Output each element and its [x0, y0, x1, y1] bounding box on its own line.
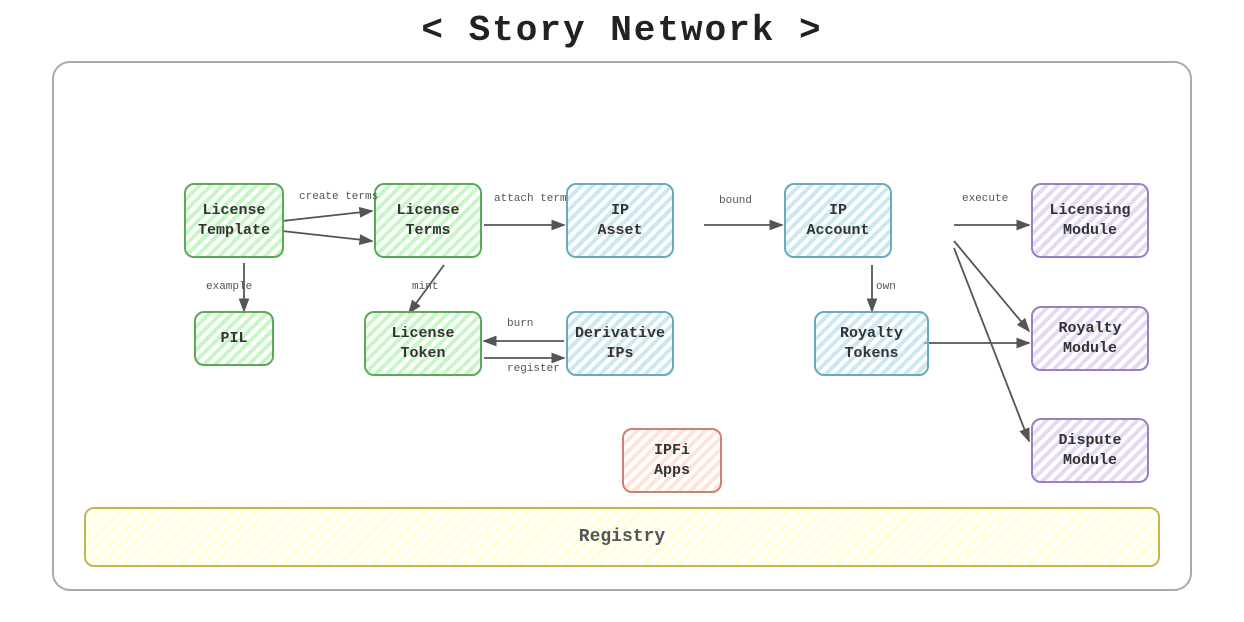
node-ipfi-apps: IPFi Apps	[622, 428, 722, 493]
label-burn: burn	[507, 318, 533, 330]
label-example: example	[206, 281, 252, 293]
diagram-container: create terms example attach term mint bo…	[52, 61, 1192, 591]
node-pil: PIL	[194, 311, 274, 366]
node-license-template: License Template	[184, 183, 284, 258]
node-dispute-module: Dispute Module	[1031, 418, 1149, 483]
node-licensing-module: Licensing Module	[1031, 183, 1149, 258]
label-bound: bound	[719, 195, 752, 207]
node-derivative-ips: Derivative IPs	[566, 311, 674, 376]
label-create-terms: create terms	[299, 191, 378, 203]
label-mint: mint	[412, 281, 438, 293]
node-license-terms: License Terms	[374, 183, 482, 258]
node-royalty-tokens: Royalty Tokens	[814, 311, 929, 376]
node-ip-account: IP Account	[784, 183, 892, 258]
node-royalty-module: Royalty Module	[1031, 306, 1149, 371]
label-own: own	[876, 281, 896, 293]
registry-bar: Registry	[84, 507, 1160, 567]
node-ip-asset: IP Asset	[566, 183, 674, 258]
node-license-token: License Token	[364, 311, 482, 376]
label-execute: execute	[962, 193, 1008, 205]
label-attach-term: attach term	[494, 193, 567, 205]
page-title: < Story Network >	[421, 10, 822, 61]
label-register: register	[507, 363, 560, 375]
